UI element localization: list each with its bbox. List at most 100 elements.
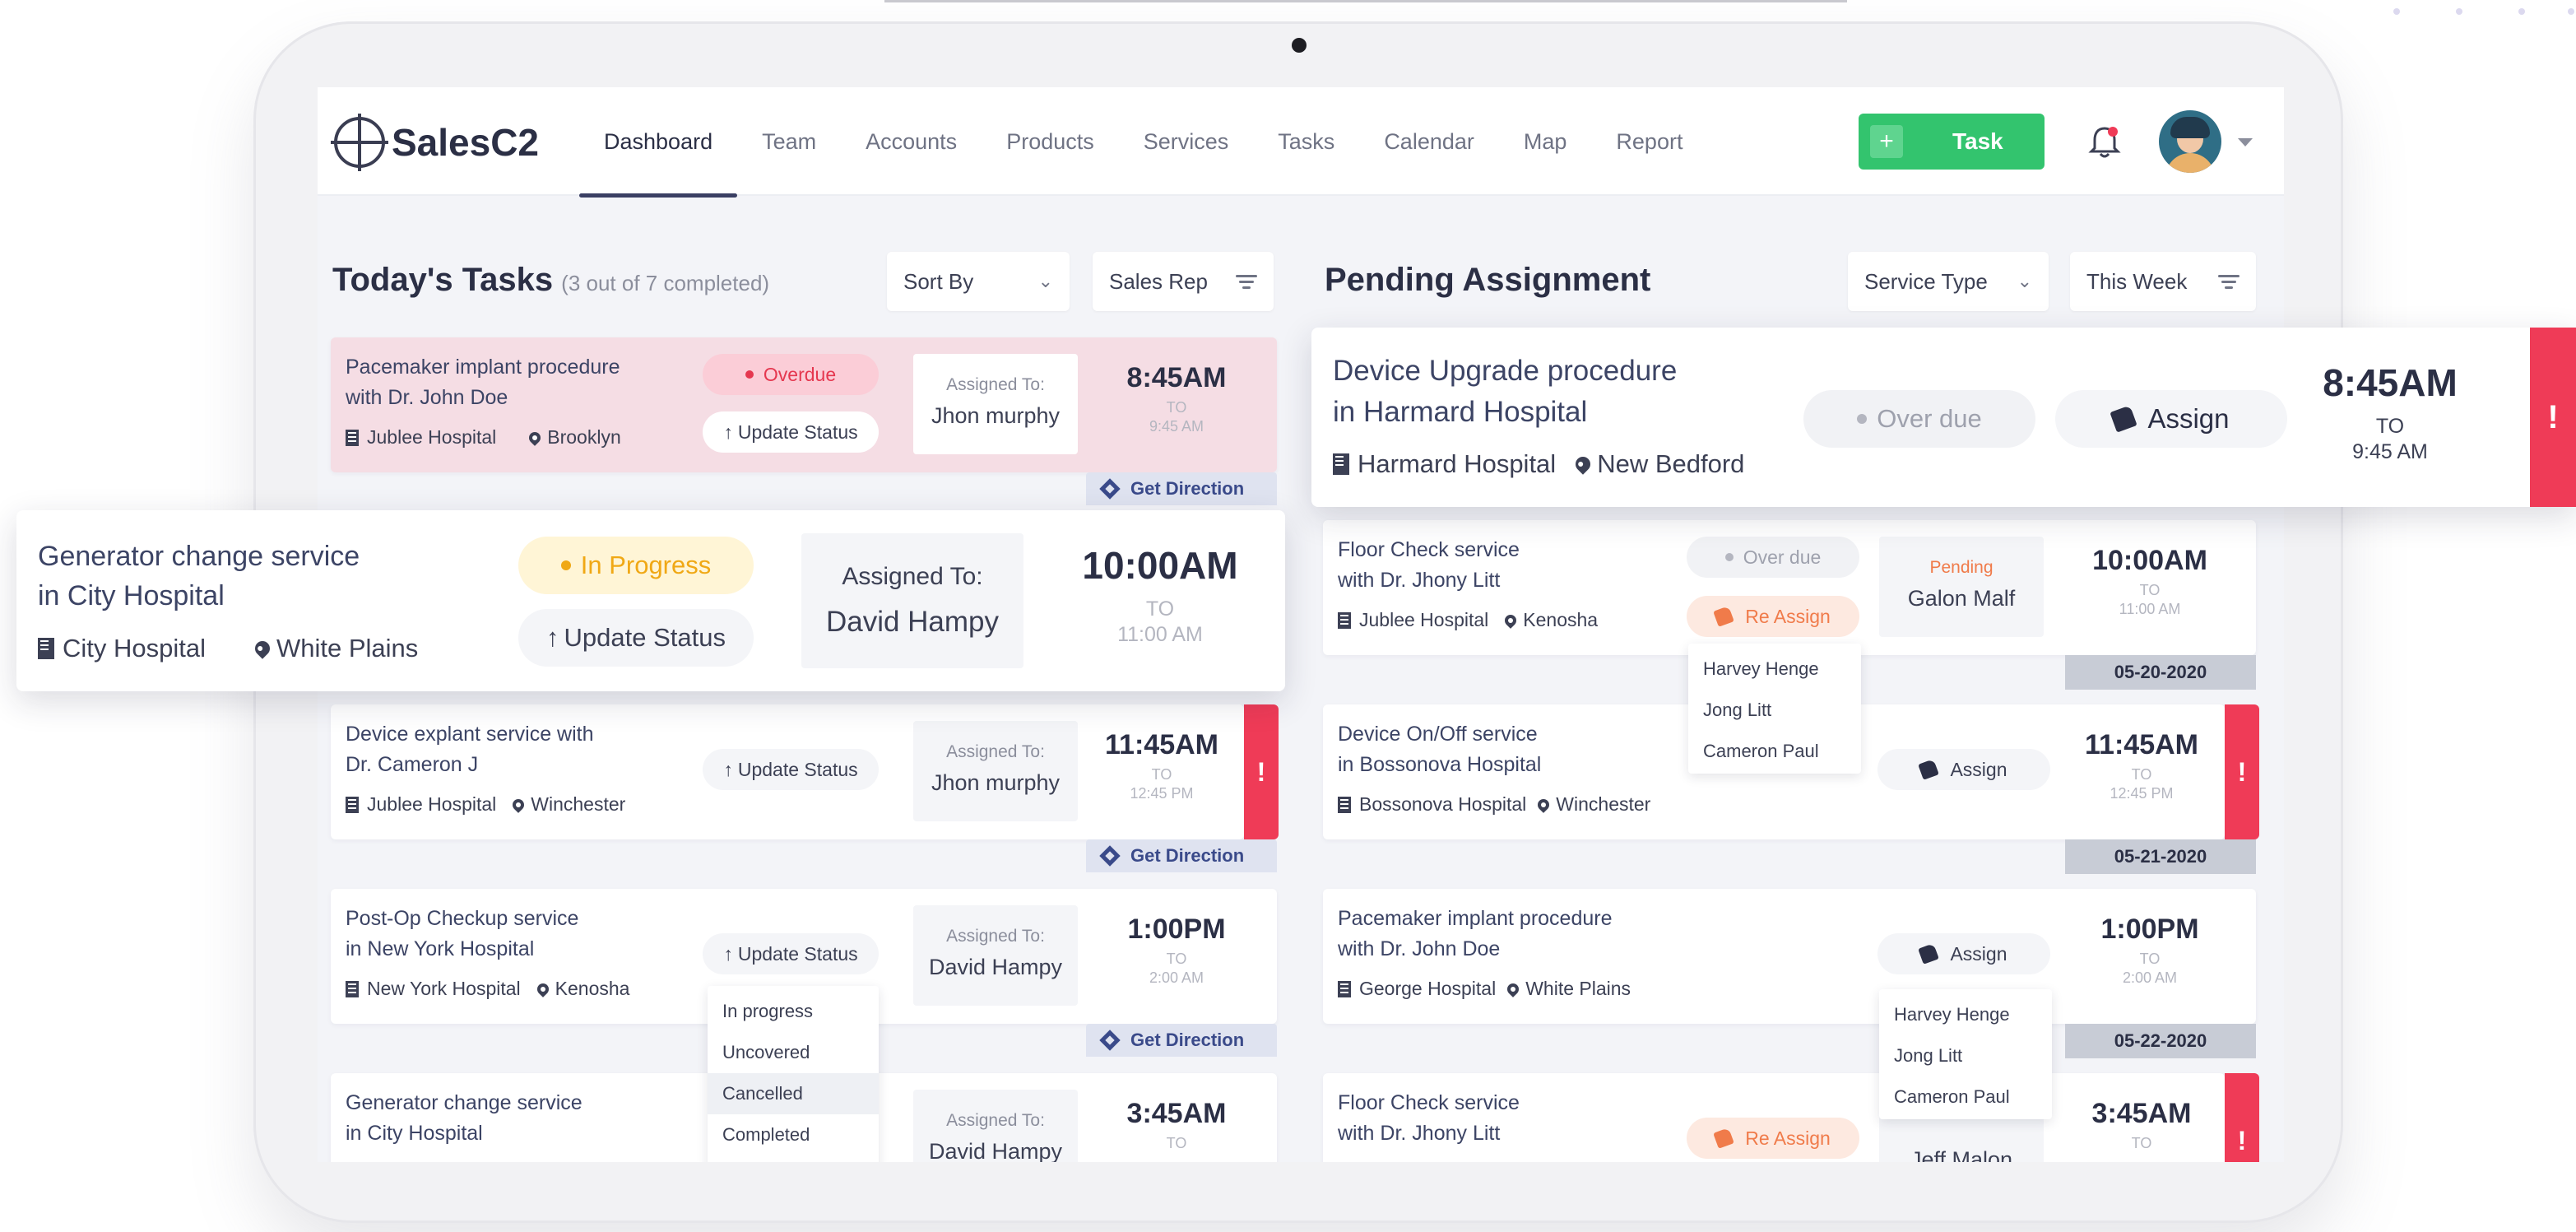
- building-icon: [1338, 796, 1351, 813]
- tab-products[interactable]: Products: [982, 87, 1119, 196]
- location-pin-icon: [1535, 796, 1553, 813]
- assigned-to-box: Assigned To: David Hampy: [913, 1090, 1078, 1162]
- task-title-line2: with Dr. Jhony Litt: [1338, 569, 1501, 592]
- status-option-uncovered[interactable]: Uncovered: [708, 1032, 879, 1073]
- filter-icon: [2218, 272, 2239, 292]
- service-type-label: Service Type: [1864, 268, 1988, 294]
- task-location: Bossonova Hospital Winchester: [1338, 793, 1650, 816]
- pending-card[interactable]: Pacemaker implant procedure with Dr. John…: [1323, 889, 2256, 1024]
- update-status-label: Update Status: [737, 758, 858, 780]
- assign-label: Assign: [1950, 758, 2007, 780]
- pending-assignment-title: Pending Assignment: [1325, 262, 1651, 298]
- task-title-line2: Dr. Cameron J: [346, 753, 479, 776]
- tab-accounts[interactable]: Accounts: [841, 87, 982, 196]
- add-task-button[interactable]: + Task: [1859, 114, 2045, 170]
- status-option-completed[interactable]: Completed: [708, 1114, 879, 1155]
- city-name: White Plains: [276, 634, 419, 662]
- start-time: 10:00AM: [2092, 545, 2207, 576]
- assignee-name: Galon Malf: [1907, 586, 2016, 611]
- location-pin-icon: [534, 980, 551, 997]
- rep-option[interactable]: Jong Litt: [1688, 690, 1861, 731]
- status-option-cancelled[interactable]: Cancelled: [708, 1073, 879, 1114]
- avatar[interactable]: [2159, 110, 2221, 173]
- update-status-button[interactable]: ↑ Update Status: [703, 933, 879, 974]
- end-time: 2:00 AM: [2122, 969, 2178, 986]
- pending-card[interactable]: Floor Check service with Dr. Jhony Litt J…: [1323, 520, 2256, 655]
- to-label: TO: [1166, 951, 1187, 967]
- get-direction-button[interactable]: Get Direction: [1086, 1024, 1277, 1057]
- thumb-icon: [1918, 943, 1940, 965]
- logo[interactable]: SalesC2: [334, 114, 539, 171]
- logo-text: SalesC2: [392, 121, 540, 164]
- task-title-line2: in Bossonova Hospital: [1338, 753, 1542, 776]
- building-icon: [1338, 980, 1351, 997]
- time-range: 3:45AM TO: [1102, 1098, 1251, 1152]
- rep-option[interactable]: Cameron Paul: [1688, 731, 1861, 772]
- status-option-in-progress[interactable]: In progress: [708, 991, 879, 1032]
- task-card[interactable]: Device explant service with Dr. Cameron J…: [331, 704, 1244, 839]
- start-time: 8:45AM: [1126, 362, 1227, 393]
- to-label: TO: [1166, 1135, 1187, 1151]
- date-badge: 05-20-2020: [2065, 655, 2256, 690]
- tab-team[interactable]: Team: [737, 87, 841, 196]
- sales-rep-filter[interactable]: Sales Rep: [1093, 252, 1274, 311]
- task-title: Generator change service in City Hospital: [38, 537, 360, 616]
- alert-flag: !: [1244, 704, 1279, 839]
- alert-flag: !: [2530, 328, 2576, 507]
- re-assign-button[interactable]: Re Assign: [1687, 1118, 1859, 1159]
- pending-card[interactable]: Floor Check service with Dr. Jhony Litt R…: [1323, 1073, 2225, 1162]
- task-title-line1: Generator change service: [346, 1091, 583, 1114]
- sort-by-label: Sort By: [903, 268, 974, 294]
- service-type-select[interactable]: Service Type ⌄: [1848, 252, 2049, 311]
- tab-services[interactable]: Services: [1119, 87, 1254, 196]
- assign-button[interactable]: Assign: [1877, 749, 2050, 790]
- start-time: 3:45AM: [1126, 1098, 1227, 1129]
- assigned-to-box: Assigned To: Jhon murphy: [913, 721, 1078, 821]
- floating-pending-card[interactable]: Device Upgrade procedure in Harmard Hospi…: [1311, 328, 2576, 507]
- task-card-overdue[interactable]: Pacemaker implant procedure with Dr. John…: [331, 337, 1277, 472]
- rep-option[interactable]: Harvey Henge: [1688, 649, 1861, 690]
- overdue-badge: Over due: [1803, 390, 2035, 448]
- re-assign-button[interactable]: Re Assign: [1687, 596, 1859, 637]
- task-title-line2: in City Hospital: [38, 580, 225, 611]
- alert-flag: !: [2225, 1073, 2259, 1162]
- task-title-line1: Device explant service with: [346, 723, 594, 746]
- assign-button[interactable]: Assign: [1877, 933, 2050, 974]
- completed-count: (3 out of 7 completed): [561, 271, 770, 295]
- get-direction-button[interactable]: Get Direction: [1086, 839, 1277, 872]
- tab-tasks[interactable]: Tasks: [1253, 87, 1359, 196]
- tab-map[interactable]: Map: [1499, 87, 1592, 196]
- get-direction-button[interactable]: Get Direction: [1086, 472, 1277, 505]
- in-progress-label: In Progress: [580, 551, 712, 579]
- floating-task-card[interactable]: Generator change service in City Hospital…: [16, 510, 1285, 691]
- tab-dashboard[interactable]: Dashboard: [579, 87, 738, 198]
- assigned-to-box: Assigned To: David Hampy: [801, 533, 1023, 668]
- rep-option[interactable]: Harvey Henge: [1879, 994, 2052, 1035]
- task-location: City Hospital White Plains: [38, 634, 418, 663]
- to-label: TO: [1166, 399, 1187, 416]
- direction-icon: [1099, 478, 1121, 500]
- tab-calendar[interactable]: Calendar: [1359, 87, 1499, 196]
- this-week-filter[interactable]: This Week: [2070, 252, 2256, 311]
- end-time: 9:45 AM: [2352, 440, 2428, 463]
- decorative-dots: [2362, 8, 2576, 25]
- assigned-to-label: Assigned To:: [946, 375, 1045, 394]
- pending-status: Pending: [1929, 558, 1993, 577]
- end-time: 2:00 AM: [1149, 969, 1204, 986]
- tab-report[interactable]: Report: [1591, 87, 1707, 196]
- city-name: Brooklyn: [547, 426, 621, 448]
- thumb-icon: [1713, 1127, 1735, 1149]
- overdue-badge: Overdue: [703, 354, 879, 395]
- update-status-button[interactable]: ↑ Update Status: [518, 609, 754, 667]
- top-nav: SalesC2 Dashboard Team Accounts Products…: [318, 87, 2284, 198]
- assign-button[interactable]: Assign: [2055, 390, 2287, 448]
- update-status-button[interactable]: ↑ Update Status: [703, 411, 879, 453]
- assignee-name: David Hampy: [825, 606, 1000, 638]
- update-status-button[interactable]: ↑ Update Status: [703, 749, 879, 790]
- sort-by-select[interactable]: Sort By ⌄: [887, 252, 1070, 311]
- rep-option[interactable]: Cameron Paul: [1879, 1076, 2052, 1118]
- to-label: TO: [1151, 766, 1172, 783]
- rep-option[interactable]: Jong Litt: [1879, 1035, 2052, 1076]
- chevron-down-icon[interactable]: [2238, 138, 2253, 146]
- bell-icon[interactable]: [2088, 123, 2121, 160]
